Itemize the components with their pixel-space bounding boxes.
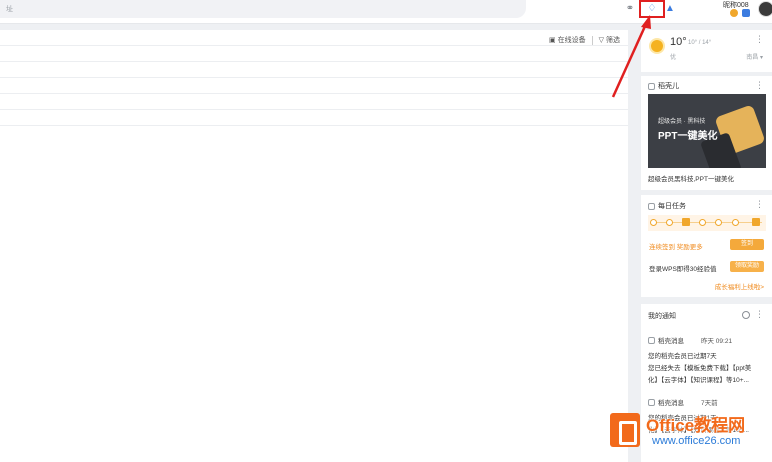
day-dot <box>699 219 706 226</box>
gift-icon <box>682 218 690 226</box>
promo-title: 稻壳儿 <box>658 83 679 90</box>
tasks-title: 每日任务 <box>658 203 686 210</box>
day-dot <box>732 219 739 226</box>
list-divider <box>0 109 628 110</box>
online-devices-label: 在线设备 <box>557 37 586 44</box>
daily-tasks-card: 每日任务 ⋮ 连续签到 奖励更多 签到 登录WPS即得30经验值 领取奖励 成长… <box>641 195 772 297</box>
office-logo-icon <box>610 413 640 447</box>
headset-icon[interactable]: ⚭ <box>624 3 636 15</box>
weather-card: 10° 10° / 14° 优 ⋮ 南昌 ▾ <box>641 30 772 72</box>
main-toolbar: ▣ 在线设备 ▽ 筛选 <box>549 35 620 45</box>
notification-source: 稻壳消息 <box>658 338 684 345</box>
day-dot <box>666 219 673 226</box>
filter-button[interactable]: ▽ 筛选 <box>599 35 620 45</box>
promo-caption[interactable]: 超级会员黑科技,PPT一键美化 <box>648 173 734 183</box>
filter-icon: ▽ <box>598 37 604 44</box>
more-icon[interactable]: ⋮ <box>755 199 764 210</box>
devices-icon: ▣ <box>548 37 556 44</box>
notification-header: 稻壳消息 昨天 09:21 <box>648 335 732 345</box>
more-icon[interactable]: ⋮ <box>755 80 764 91</box>
main-panel: ▣ 在线设备 ▽ 筛选 <box>0 30 628 462</box>
avatar[interactable] <box>758 1 772 17</box>
day-dot <box>650 219 657 226</box>
list-divider <box>0 77 628 78</box>
watermark-url: www.office26.com <box>652 435 741 447</box>
toolbar-divider <box>591 35 593 45</box>
banner-subtitle: 超级会员 · 黑科技 <box>658 119 706 125</box>
watermark-title: Office教程网 <box>646 416 746 435</box>
notification-line: 化】【云字体】【知识课程】等10+... <box>648 377 749 384</box>
docer-icon <box>648 82 655 90</box>
promo-card: 稻壳儿 ⋮ 超级会员 · 黑科技 PPT一键美化 超级会员黑科技,PPT一键美化 <box>641 76 772 190</box>
day-dot <box>715 219 722 226</box>
notification-line: 您已经失去【模板免费下载】【ppt美 <box>648 365 752 372</box>
docer-icon <box>648 398 655 406</box>
clock-icon[interactable] <box>742 311 750 319</box>
list-divider <box>0 61 628 62</box>
temperature: 10° <box>670 36 687 48</box>
notification-time: 7天前 <box>701 400 718 407</box>
list-divider <box>0 125 628 126</box>
gift-icon <box>752 218 760 226</box>
member-badge-icon[interactable] <box>730 9 738 17</box>
task-icon <box>648 202 655 210</box>
sun-icon <box>651 40 663 52</box>
list-divider <box>0 45 628 46</box>
docer-icon <box>648 336 655 344</box>
growth-link[interactable]: 成长福利上线啦> <box>715 281 764 291</box>
online-devices-button[interactable]: ▣ 在线设备 <box>549 35 586 45</box>
notifications-title: 我的通知 <box>648 313 676 320</box>
promo-banner[interactable]: 超级会员 · 黑科技 PPT一键美化 <box>648 94 766 168</box>
login-task-text: 登录WPS即得30经验值 <box>649 266 717 273</box>
card-badge-icon[interactable] <box>742 9 750 17</box>
notification-source: 稻壳消息 <box>658 400 684 407</box>
promo-header: 稻壳儿 <box>648 81 679 91</box>
more-icon[interactable]: ⋮ <box>755 309 764 320</box>
highlight-box <box>639 0 665 18</box>
signin-progress <box>648 215 766 231</box>
signin-text: 连续签到 奖励更多 <box>649 244 703 251</box>
notification-header: 稻壳消息 7天前 <box>648 397 718 407</box>
filter-label: 筛选 <box>606 37 620 44</box>
tasks-header: 每日任务 <box>648 201 686 211</box>
signin-button[interactable]: 签到 <box>730 239 764 250</box>
banner-title: PPT一键美化 <box>658 131 718 142</box>
air-quality: 优 <box>670 55 677 61</box>
top-bar: 址 ⚭ ♢ ▲ 昵称008 <box>0 0 772 24</box>
more-icon[interactable]: ⋮ <box>755 34 764 45</box>
notification-time: 昨天 09:21 <box>701 338 733 345</box>
list-divider <box>0 93 628 94</box>
notification-line[interactable]: 您的稻壳会员已过期7天 <box>648 350 770 360</box>
shirt-icon[interactable]: ▲ <box>664 3 676 15</box>
search-placeholder: 址 <box>6 6 13 13</box>
temperature-range: 10° / 14° <box>688 40 712 46</box>
search-input[interactable]: 址 <box>0 0 526 18</box>
city-name: 南昌 <box>746 55 759 61</box>
city-selector[interactable]: 南昌 ▾ <box>746 52 763 61</box>
claim-reward-button[interactable]: 领取奖励 <box>729 261 764 272</box>
